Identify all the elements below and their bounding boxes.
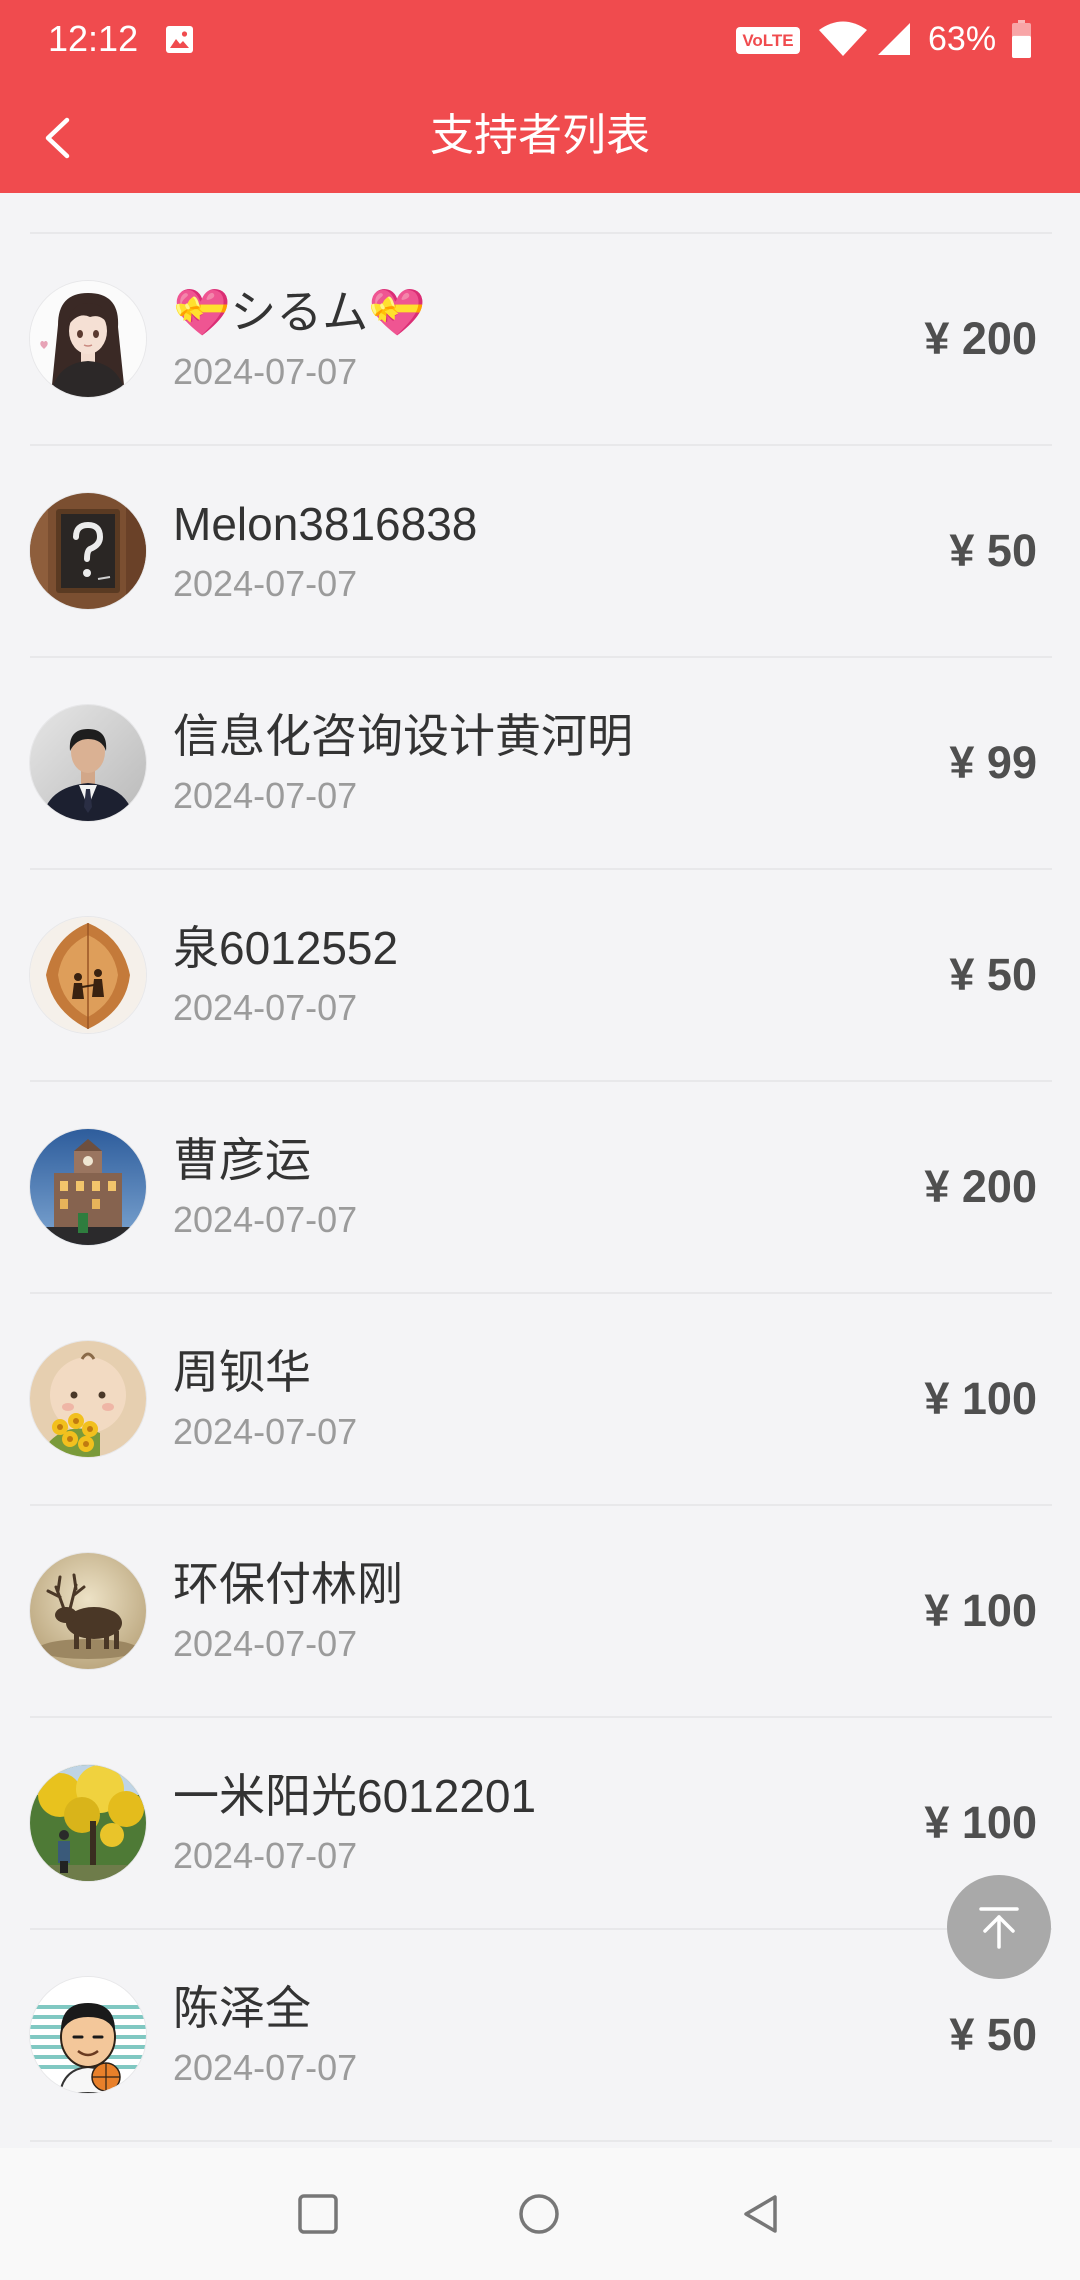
support-date: 2024-07-07 [173,1835,358,1876]
app-header: 12:12 VoLTE 63% 支持者列表 [0,0,1080,193]
arrow-up-to-top-icon [979,1907,1019,1949]
supporter-info: 曹彦运 2024-07-07 [173,1082,813,1292]
support-amount: ¥ 50 [949,525,1037,576]
recents-square-icon [298,2194,338,2234]
support-date: 2024-07-07 [173,1411,358,1452]
supporter-name: 周钡华 [173,1346,311,1398]
chevron-left-icon [45,117,70,159]
supporter-row[interactable]: 陈泽全 2024-07-07 ¥ 50 [30,1928,1052,2140]
home-circle-icon [519,2194,559,2234]
system-back-button[interactable] [731,2184,791,2244]
supporter-row[interactable]: 泉6012552 2024-07-07 ¥ 50 [30,868,1052,1080]
support-date: 2024-07-07 [173,2047,358,2088]
avatar-image [30,1129,146,1245]
status-bar: 12:12 VoLTE 63% [0,0,1080,84]
supporter-info: 一米阳光6012201 2024-07-07 [173,1718,813,1928]
supporter-name: 环保付林刚 [173,1558,403,1610]
back-triangle-icon [744,2195,777,2233]
avatar [30,1341,146,1457]
title-bar: 支持者列表 [0,84,1080,188]
supporter-row[interactable]: 信息化咨询设计黄河明 2024-07-07 ¥ 99 [30,656,1052,868]
supporter-name: 💝シるム💝 [173,286,426,338]
supporter-info: Melon3816838 2024-07-07 [173,446,813,656]
supporter-row[interactable]: Melon3816838 2024-07-07 ¥ 50 [30,444,1052,656]
battery-icon [1012,20,1031,58]
supporter-row[interactable]: 周钡华 2024-07-07 ¥ 100 [30,1292,1052,1504]
supporter-name: 信息化咨询设计黄河明 [173,710,633,762]
page-title: 支持者列表 [430,111,650,160]
avatar-image [30,1341,146,1457]
avatar-image [30,1553,146,1669]
supporter-name: 一米阳光6012201 [173,1770,537,1822]
support-amount: ¥ 100 [924,1585,1037,1636]
support-date: 2024-07-07 [173,987,358,1028]
recents-button[interactable] [288,2184,348,2244]
avatar-image [30,917,146,1033]
volte-badge: VoLTE [736,27,800,54]
back-button[interactable] [30,108,84,168]
support-amount: ¥ 99 [949,737,1037,788]
support-amount: ¥ 100 [924,1373,1037,1424]
support-date: 2024-07-07 [173,351,358,392]
supporter-info: 泉6012552 2024-07-07 [173,870,813,1080]
system-nav-bar [0,2148,1080,2280]
battery-percent: 63% [928,20,997,58]
support-date: 2024-07-07 [173,775,358,816]
status-time: 12:12 [48,18,139,59]
supporter-row[interactable]: 一米阳光6012201 2024-07-07 ¥ 100 [30,1716,1052,1928]
supporter-info: 信息化咨询设计黄河明 2024-07-07 [173,658,813,868]
avatar-image [30,1765,146,1881]
avatar [30,1553,146,1669]
supporter-info: 💝シるム💝 2024-07-07 [173,234,813,444]
support-amount: ¥ 200 [924,313,1037,364]
avatar [30,493,146,609]
avatar-image [30,493,146,609]
avatar-image [30,705,146,821]
cellular-signal-icon [878,23,910,55]
supporter-row[interactable]: 环保付林刚 2024-07-07 ¥ 100 [30,1504,1052,1716]
avatar [30,705,146,821]
supporter-name: Melon3816838 [173,498,478,550]
support-amount: ¥ 50 [949,949,1037,1000]
avatar [30,1977,146,2093]
avatar [30,1765,146,1881]
support-amount: ¥ 200 [924,1161,1037,1212]
supporter-info: 环保付林刚 2024-07-07 [173,1506,813,1716]
supporter-info: 周钡华 2024-07-07 [173,1294,813,1504]
battery-level-fill [1012,35,1031,58]
supporter-name: 泉6012552 [173,922,399,974]
avatar [30,1129,146,1245]
support-date: 2024-07-07 [173,563,358,604]
supporter-row[interactable]: 💝シるム💝 2024-07-07 ¥ 200 [30,232,1052,444]
supporter-info: 陈泽全 2024-07-07 [173,1930,813,2140]
support-date: 2024-07-07 [173,1199,358,1240]
avatar-image [30,1977,146,2093]
avatar-image [30,281,146,397]
wifi-icon [819,21,867,56]
supporter-list: 💝シるム💝 2024-07-07 ¥ 200 Melon3816838 2024… [30,232,1052,2142]
image-icon [166,26,193,53]
scroll-to-top-button[interactable] [947,1875,1051,1979]
supporter-name: 陈泽全 [173,1982,311,2034]
supporter-row[interactable]: 曹彦运 2024-07-07 ¥ 200 [30,1080,1052,1292]
avatar [30,281,146,397]
supporter-name: 曹彦运 [173,1134,311,1186]
avatar [30,917,146,1033]
home-button[interactable] [509,2184,569,2244]
support-date: 2024-07-07 [173,1623,358,1664]
